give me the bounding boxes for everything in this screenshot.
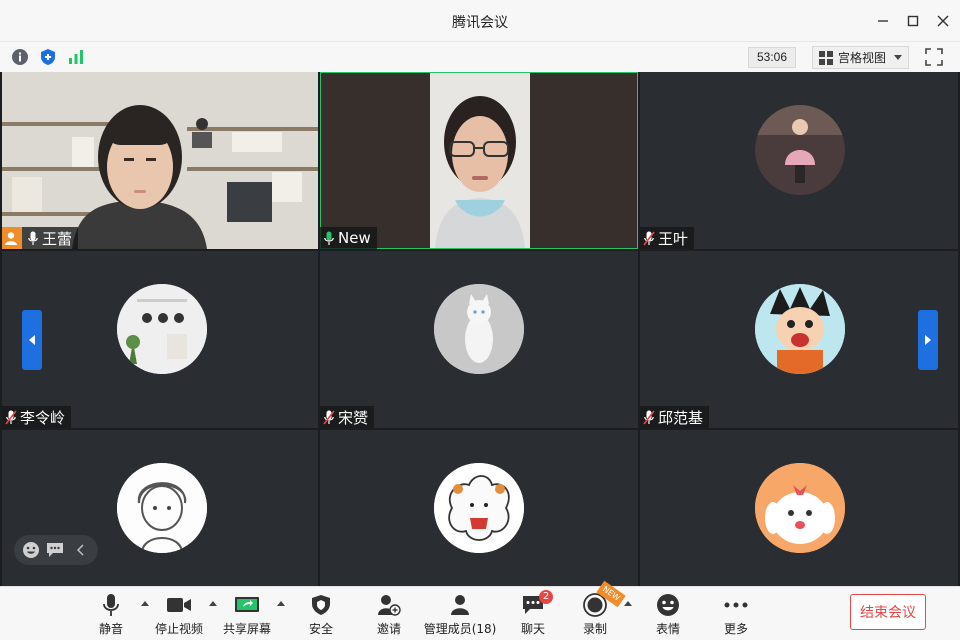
- reactions-button[interactable]: 表情: [653, 593, 683, 637]
- avatar: [117, 284, 207, 374]
- record-options-arrow[interactable]: [624, 601, 632, 606]
- end-meeting-button[interactable]: 结束会议: [850, 594, 926, 630]
- more-label: 更多: [723, 622, 748, 636]
- video-tile[interactable]: New: [320, 72, 638, 249]
- stop-video-label: 停止视频: [155, 622, 204, 636]
- mic-muted-icon: [4, 409, 18, 425]
- chat-unread-badge: 2: [539, 590, 553, 604]
- video-tile[interactable]: 宋赟: [320, 251, 638, 428]
- security-shield-icon: [311, 593, 331, 617]
- smile-icon: [656, 593, 680, 617]
- mute-button[interactable]: 静音: [96, 593, 126, 637]
- emoji-icon[interactable]: [22, 541, 40, 559]
- video-tile[interactable]: 王叶: [640, 72, 958, 249]
- avatar: [755, 463, 845, 553]
- info-icon[interactable]: [10, 47, 30, 67]
- mute-options-arrow[interactable]: [141, 601, 149, 606]
- participant-name: 宋赟: [338, 408, 369, 427]
- video-tile[interactable]: [640, 430, 958, 586]
- mic-muted-icon: [642, 230, 656, 246]
- mute-label: 静音: [98, 622, 123, 636]
- maximize-icon[interactable]: [904, 12, 922, 30]
- more-dots-icon: [724, 593, 748, 617]
- window-title: 腾讯会议: [452, 15, 508, 31]
- record-button[interactable]: 录制: [580, 593, 610, 637]
- next-page-button[interactable]: [918, 310, 938, 370]
- chevron-down-icon: [894, 55, 902, 60]
- avatar: [434, 463, 524, 553]
- invite-label: 邀请: [376, 622, 401, 636]
- title-bar: 腾讯会议: [0, 0, 960, 42]
- meeting-timer: 53:06: [748, 47, 796, 68]
- more-button[interactable]: 更多: [721, 593, 751, 637]
- members-icon: [449, 593, 471, 617]
- participant-video: [2, 72, 318, 249]
- meeting-info-bar: 53:06 宫格视图: [0, 42, 960, 72]
- participant-name-tag: 李令岭: [2, 406, 72, 428]
- collapse-chevron-icon[interactable]: [76, 544, 84, 556]
- participant-name-tag: New: [320, 227, 377, 249]
- video-tile[interactable]: 王蕾: [2, 72, 318, 249]
- avatar: [755, 284, 845, 374]
- meeting-toolbar: 静音 停止视频 共享屏幕 安全 邀请 管理成员(18) 2 聊天 录制 表情 更…: [0, 586, 960, 640]
- participant-name: 李令岭: [20, 408, 66, 427]
- microphone-icon: [102, 593, 120, 617]
- mic-on-icon: [322, 230, 336, 246]
- invite-button[interactable]: 邀请: [374, 593, 404, 637]
- add-user-icon: [377, 593, 401, 617]
- share-screen-icon: [234, 593, 260, 617]
- minimize-icon[interactable]: [874, 12, 892, 30]
- view-mode-button[interactable]: 宫格视图: [812, 46, 909, 69]
- view-mode-label: 宫格视图: [838, 51, 887, 65]
- participant-name-tag: 邱范基: [640, 406, 710, 428]
- host-icon: [2, 227, 22, 249]
- record-label: 录制: [582, 622, 607, 636]
- reactions-label: 表情: [655, 622, 680, 636]
- camera-icon: [166, 593, 192, 617]
- participant-name: New: [338, 229, 371, 247]
- manage-members-button[interactable]: 管理成员(18): [423, 593, 497, 637]
- participant-name: 王叶: [658, 229, 689, 248]
- security-button[interactable]: 安全: [306, 593, 336, 637]
- signal-icon[interactable]: [66, 47, 86, 67]
- security-label: 安全: [308, 622, 333, 636]
- video-tile[interactable]: 邱范基: [640, 251, 958, 428]
- previous-page-button[interactable]: [22, 310, 42, 370]
- share-options-arrow[interactable]: [277, 601, 285, 606]
- participant-video: [320, 72, 638, 249]
- mic-muted-icon: [322, 409, 336, 425]
- video-options-arrow[interactable]: [209, 601, 217, 606]
- chat-button[interactable]: 2 聊天: [518, 590, 553, 637]
- chevron-right-icon: [924, 335, 932, 345]
- video-grid: 王蕾 New 王叶 李令岭 宋赟 邱范基: [0, 72, 960, 586]
- floating-quick-panel: [14, 535, 98, 565]
- mic-on-icon: [26, 230, 40, 246]
- share-screen-button[interactable]: 共享屏幕: [223, 593, 271, 637]
- participant-name-tag: 王叶: [640, 227, 695, 249]
- participant-name: 王蕾: [42, 229, 73, 248]
- mic-muted-icon: [642, 409, 656, 425]
- avatar: [434, 284, 524, 374]
- participant-name: 邱范基: [658, 408, 704, 427]
- share-screen-label: 共享屏幕: [223, 622, 272, 636]
- chat-bubble-icon[interactable]: [46, 542, 64, 558]
- participant-name-tag: 宋赟: [320, 406, 375, 428]
- avatar: [117, 463, 207, 553]
- grid-view-icon: [819, 50, 833, 65]
- video-tile[interactable]: [320, 430, 638, 586]
- chat-icon: 2: [522, 590, 553, 617]
- participant-name-tag: 王蕾: [2, 227, 79, 249]
- chat-label: 聊天: [520, 622, 545, 636]
- shield-icon[interactable]: [38, 47, 58, 67]
- video-tile[interactable]: 李令岭: [2, 251, 318, 428]
- fullscreen-icon[interactable]: [925, 48, 943, 66]
- manage-members-label: 管理成员(18): [423, 622, 497, 636]
- stop-video-button[interactable]: 停止视频: [155, 593, 203, 637]
- chevron-left-icon: [28, 335, 36, 345]
- avatar: [755, 105, 845, 195]
- close-icon[interactable]: [934, 12, 952, 30]
